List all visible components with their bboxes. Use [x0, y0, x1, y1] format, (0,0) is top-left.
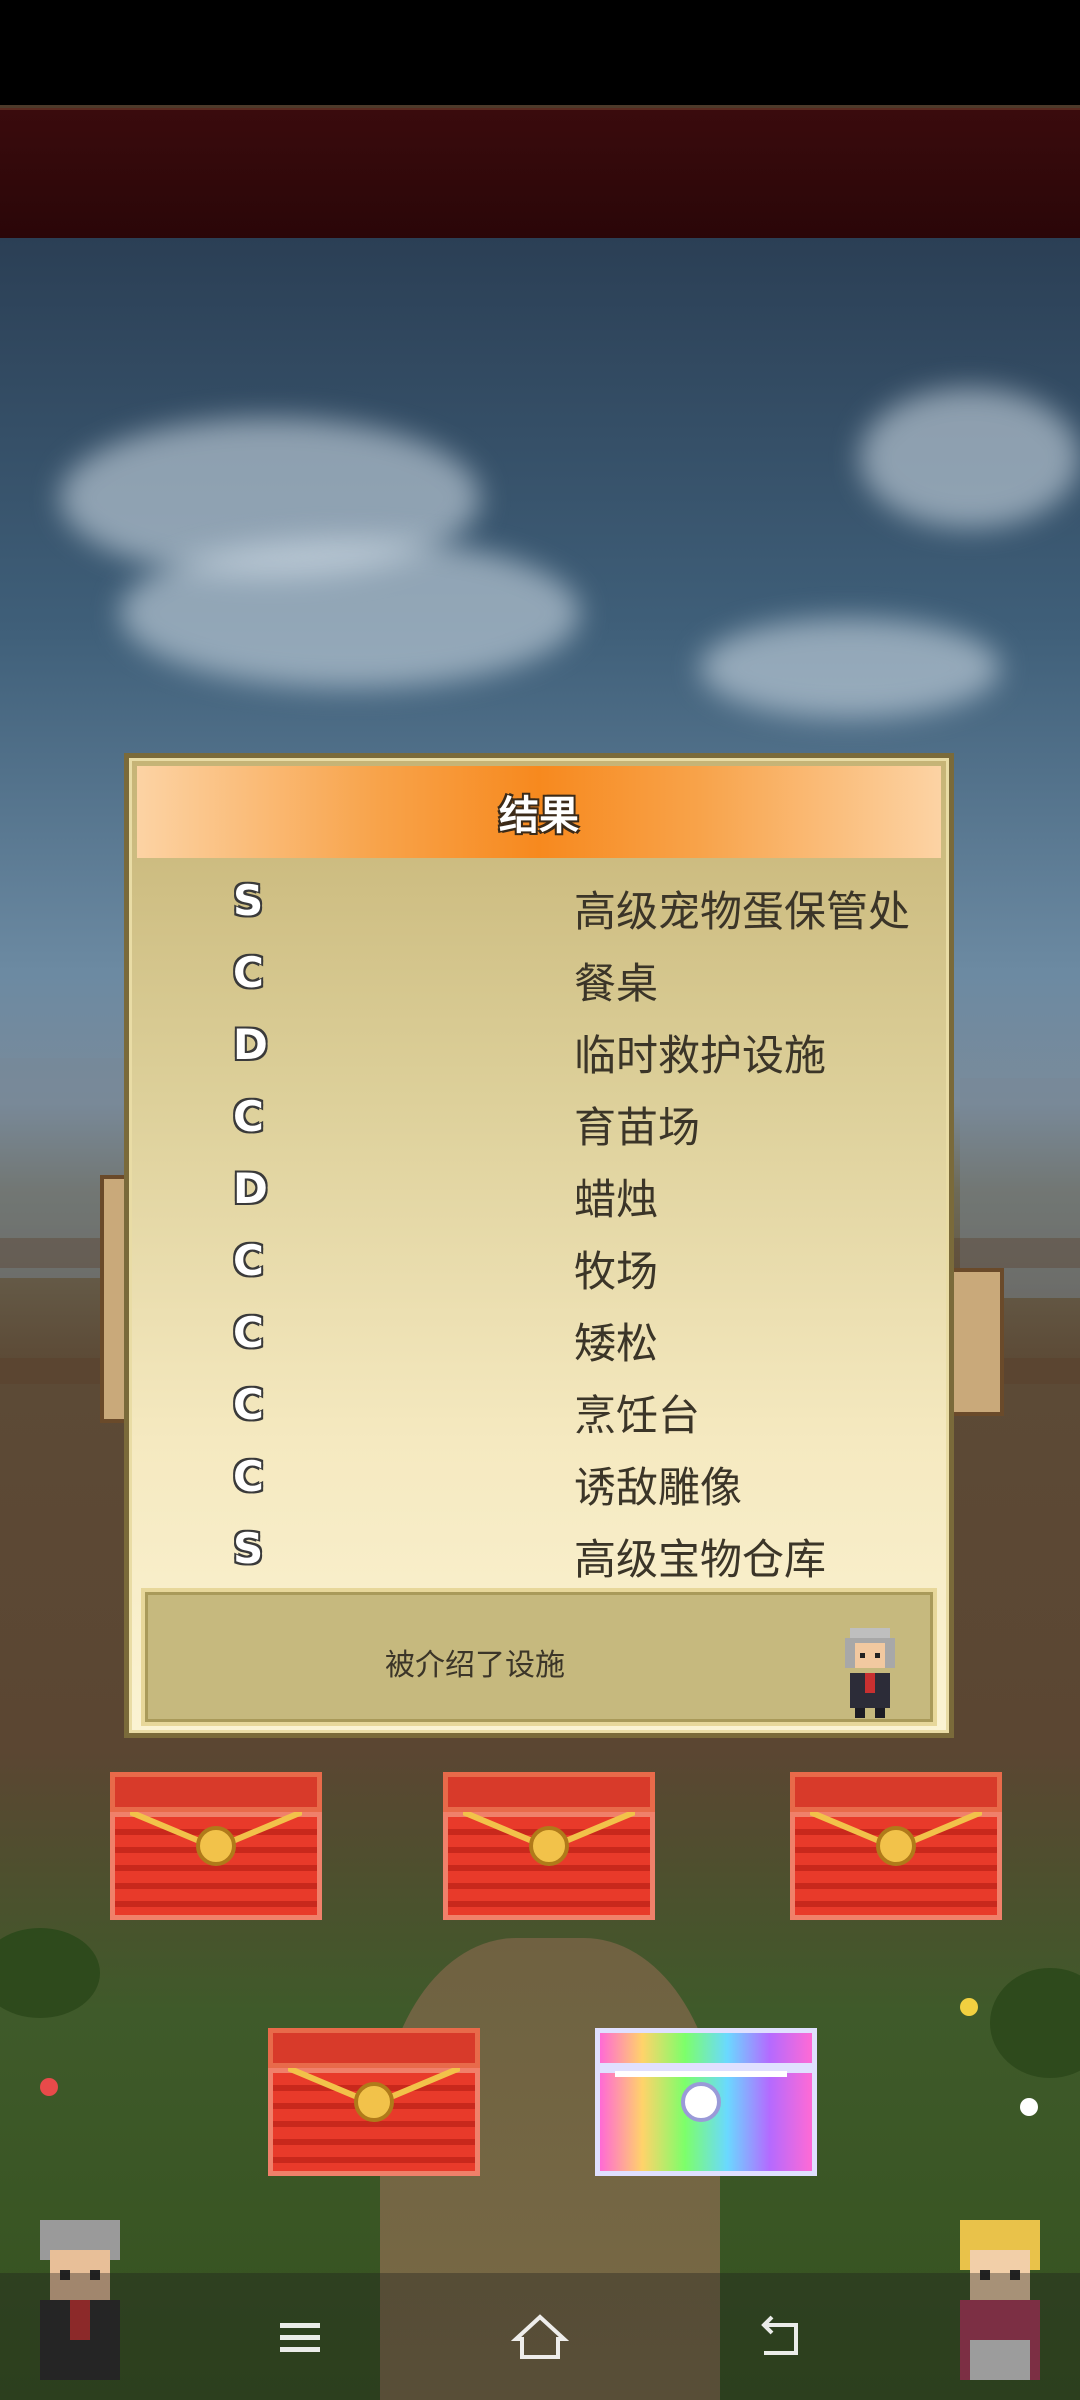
facility-name: 诱敌雕像 — [574, 1463, 743, 1512]
flower — [960, 1998, 978, 2016]
result-row: S 高级宝物仓库 — [129, 1516, 949, 1588]
cloud — [860, 388, 1080, 528]
result-list: S 高级宠物蛋保管处 C 餐桌 D 临时救护设施 C 育苗场 D 蜡烛 C 牧场… — [129, 868, 949, 1588]
message-text: 被介绍了设施 — [385, 1648, 565, 1683]
flower — [40, 2078, 58, 2096]
treasure-chest[interactable] — [110, 1772, 322, 1920]
facility-name: 临时救护设施 — [574, 1031, 827, 1080]
grade-label: C — [233, 1452, 264, 1501]
dialog-header: 结果 — [137, 766, 941, 858]
chest-lock-icon — [354, 2082, 394, 2122]
grade-label: S — [233, 876, 264, 925]
result-row: C 烹饪台 — [129, 1372, 949, 1444]
facility-name: 高级宝物仓库 — [574, 1535, 827, 1584]
grade-label: C — [233, 1236, 264, 1285]
grade-label: S — [233, 1524, 264, 1573]
grade-label: C — [233, 948, 264, 997]
chest-lock-icon — [876, 1826, 916, 1866]
chest-lid — [268, 2028, 480, 2068]
cloud — [120, 538, 580, 688]
home-icon[interactable] — [510, 2307, 570, 2367]
result-row: C 诱敌雕像 — [129, 1444, 949, 1516]
facility-name: 蜡烛 — [574, 1175, 659, 1224]
treasure-chest[interactable] — [268, 2028, 480, 2176]
result-row: C 育苗场 — [129, 1084, 949, 1156]
facility-name: 矮松 — [574, 1319, 659, 1368]
flower — [1020, 2098, 1038, 2116]
message-box[interactable]: 被介绍了设施 — [141, 1588, 937, 1726]
chest-lock-icon — [196, 1826, 236, 1866]
bush — [0, 1928, 100, 2018]
chest-lock-icon — [681, 2082, 721, 2122]
cloud — [700, 618, 1000, 718]
treasure-chest[interactable] — [790, 1772, 1002, 1920]
chest-lid — [443, 1772, 655, 1812]
grade-label: C — [233, 1308, 264, 1357]
grade-label: C — [233, 1380, 264, 1429]
advisor-character-icon — [845, 1628, 895, 1718]
result-row: D 蜡烛 — [129, 1156, 949, 1228]
treasure-chest[interactable] — [443, 1772, 655, 1920]
result-row: D 临时救护设施 — [129, 1012, 949, 1084]
chest-lid — [790, 1772, 1002, 1812]
result-dialog: 结果 S 高级宠物蛋保管处 C 餐桌 D 临时救护设施 C 育苗场 D 蜡烛 C… — [124, 753, 954, 1738]
status-bar — [0, 0, 1080, 108]
result-row: C 矮松 — [129, 1300, 949, 1372]
rainbow-treasure-chest[interactable] — [595, 2028, 817, 2176]
grade-label: D — [233, 1020, 268, 1069]
chest-lid — [595, 2028, 817, 2068]
facility-name: 育苗场 — [574, 1103, 701, 1152]
chest-lock-icon — [529, 1826, 569, 1866]
dialog-title: 结果 — [499, 793, 579, 839]
result-row: S 高级宠物蛋保管处 — [129, 868, 949, 940]
top-banner — [0, 108, 1080, 240]
system-nav-bar — [0, 2273, 1080, 2400]
result-row: C 餐桌 — [129, 940, 949, 1012]
side-signboard — [950, 1268, 1004, 1416]
grade-label: D — [233, 1164, 268, 1213]
menu-icon[interactable] — [270, 2307, 330, 2367]
facility-name: 高级宠物蛋保管处 — [574, 887, 911, 936]
chest-lid — [110, 1772, 322, 1812]
back-icon[interactable] — [750, 2307, 810, 2367]
facility-name: 餐桌 — [574, 959, 659, 1008]
bush — [990, 1968, 1080, 2078]
facility-name: 牧场 — [574, 1247, 659, 1296]
grade-label: C — [233, 1092, 264, 1141]
facility-name: 烹饪台 — [574, 1391, 701, 1440]
result-row: C 牧场 — [129, 1228, 949, 1300]
